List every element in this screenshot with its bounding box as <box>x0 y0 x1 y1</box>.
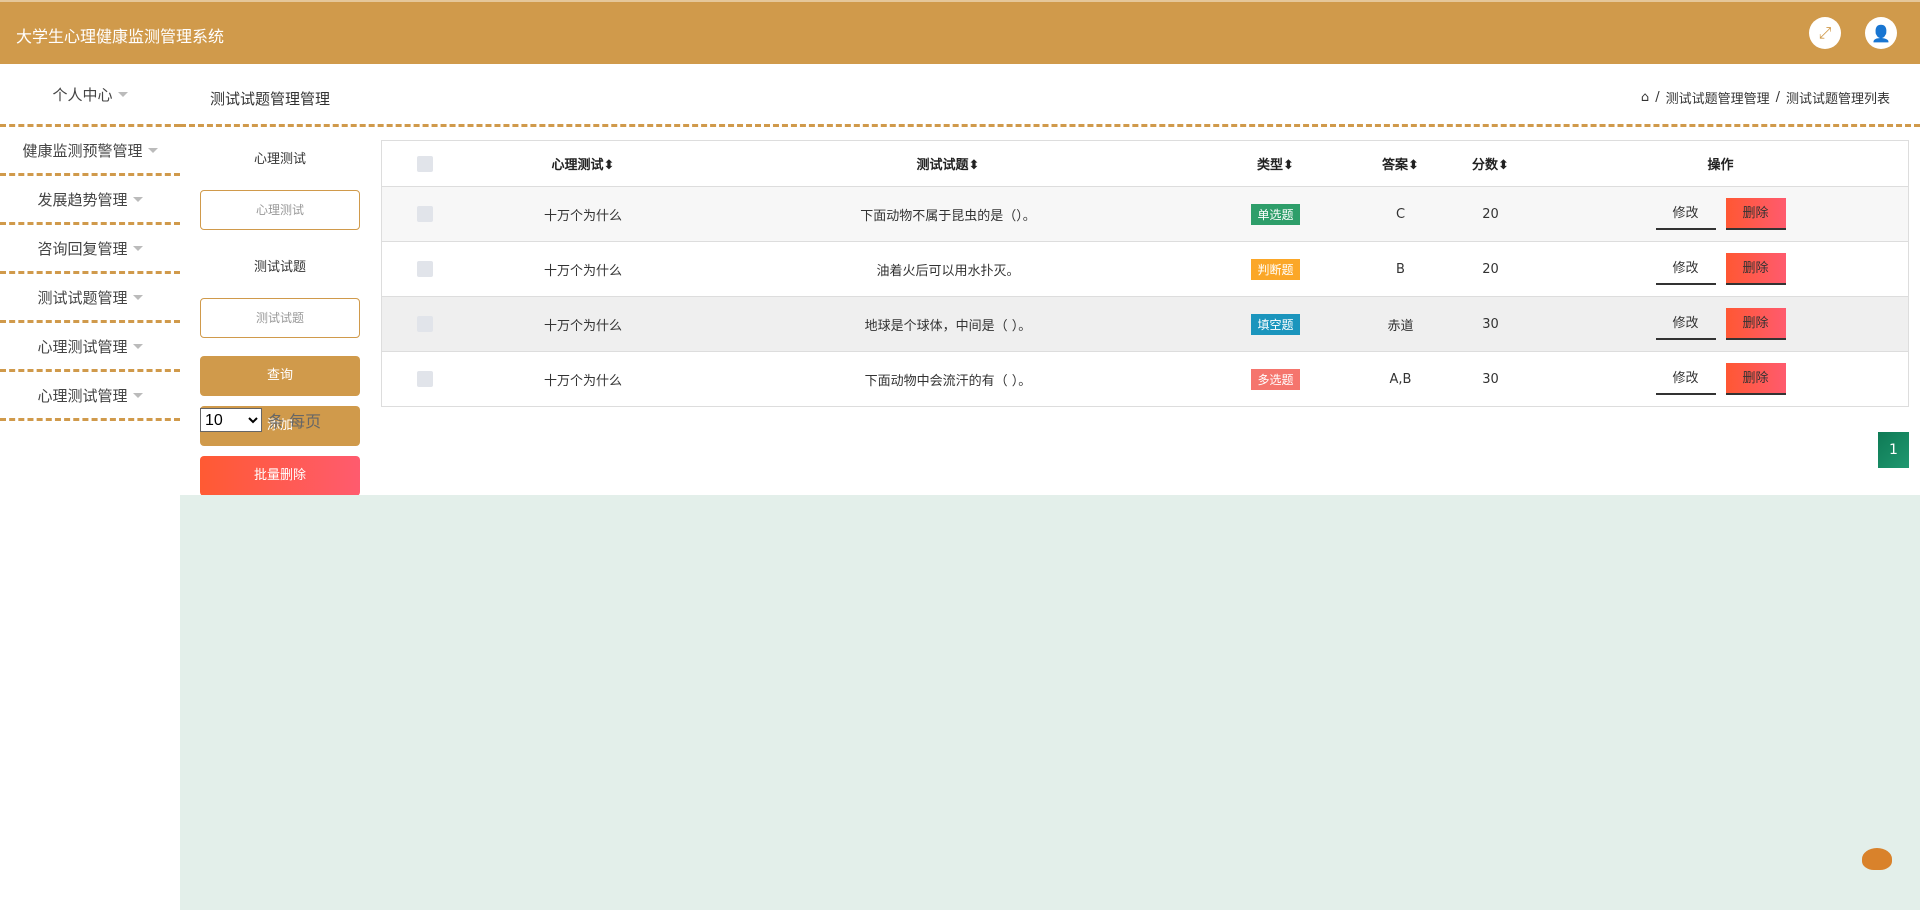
column-header[interactable]: 心理测试⬍ <box>468 154 698 173</box>
sort-icon[interactable]: ⬍ <box>1408 158 1419 173</box>
type-badge: 单选题 <box>1251 203 1300 225</box>
row-checkbox[interactable] <box>417 371 433 387</box>
delete-button[interactable]: 删除 <box>1725 198 1786 230</box>
cell-score: 20 <box>1482 261 1499 277</box>
edit-button[interactable]: 修改 <box>1655 198 1716 230</box>
caret-down-icon <box>132 392 143 398</box>
sort-icon[interactable]: ⬍ <box>1498 158 1509 173</box>
user-icon[interactable]: 👤 <box>1865 17 1897 49</box>
search-panel: 心理测试 心理测试 测试试题 测试试题 查询 添加 批量删除 <box>200 140 360 506</box>
content-background <box>180 495 1920 910</box>
cell-score: 30 <box>1482 371 1499 387</box>
app-title: 大学生心理健康监测管理系统 <box>16 27 225 46</box>
row-checkbox[interactable] <box>417 261 433 277</box>
sidebar-item[interactable]: 发展趋势管理 <box>0 176 180 225</box>
cell-answer: B <box>1396 261 1405 277</box>
breadcrumb-item[interactable]: 测试试题管理管理 <box>1666 88 1770 107</box>
column-header[interactable]: 测试试题⬍ <box>698 154 1198 173</box>
caret-down-icon <box>132 245 143 251</box>
mascot-icon <box>1862 848 1892 870</box>
caret-down-icon <box>147 147 158 153</box>
page-size-label: 条 每页 <box>268 412 322 431</box>
page-title: 测试试题管理管理 <box>210 90 331 108</box>
sidebar-item[interactable]: 测试试题管理 <box>0 274 180 323</box>
sidebar-item[interactable]: 心理测试管理 <box>0 372 180 421</box>
sidebar: 个人中心健康监测预警管理 发展趋势管理 咨询回复管理 测试试题管理 心理测试管理 心理测试… <box>0 64 180 421</box>
search-input-test[interactable]: 心理测试 <box>200 190 360 230</box>
cell-answer: A,B <box>1389 371 1412 387</box>
sidebar-item-label: 健康监测预警管理 <box>22 141 143 160</box>
cell-question: 下面动物不属于昆虫的是（）。 <box>860 208 1036 224</box>
caret-down-icon <box>132 343 143 349</box>
cell-answer: C <box>1395 206 1406 222</box>
sidebar-item[interactable]: 健康监测预警管理 <box>0 127 180 176</box>
query-button[interactable]: 查询 <box>200 356 360 396</box>
cell-question: 地球是个球体，中间是（ ）。 <box>864 318 1032 334</box>
sidebar-item-label: 心理测试管理 <box>37 386 128 405</box>
column-header[interactable]: 类型⬍ <box>1198 154 1353 173</box>
column-header: 操作 <box>1707 158 1734 173</box>
type-badge: 填空题 <box>1251 313 1300 335</box>
sidebar-item-label: 个人中心 <box>52 85 113 104</box>
table-row: 十万个为什么 地球是个球体，中间是（ ）。 填空题 赤道 30 修改 删除 <box>382 296 1908 351</box>
fullscreen-icon[interactable]: ⤢ <box>1809 17 1841 49</box>
edit-button[interactable]: 修改 <box>1655 253 1716 285</box>
breadcrumb-item: 测试试题管理列表 <box>1785 92 1890 107</box>
caret-down-icon <box>132 294 143 300</box>
sidebar-item-label: 咨询回复管理 <box>37 239 128 258</box>
page-size: 10 条 每页 <box>200 408 321 432</box>
top-bar: 大学生心理健康监测管理系统 ⤢ 👤 <box>0 0 1920 64</box>
delete-button[interactable]: 删除 <box>1725 308 1786 340</box>
delete-button[interactable]: 删除 <box>1725 253 1786 285</box>
cell-test: 十万个为什么 <box>543 208 622 224</box>
cell-score: 20 <box>1482 206 1499 222</box>
batch-delete-button[interactable]: 批量删除 <box>200 456 360 496</box>
sort-icon[interactable]: ⬍ <box>1283 158 1294 173</box>
table-row: 十万个为什么 下面动物中会流汗的有（ ）。 多选题 A,B 30 修改 删除 <box>382 351 1908 406</box>
caret-down-icon <box>117 91 128 97</box>
sort-icon[interactable]: ⬍ <box>604 158 615 173</box>
sidebar-item-label: 测试试题管理 <box>37 288 128 307</box>
column-header[interactable]: 答案⬍ <box>1353 154 1448 173</box>
select-all-checkbox[interactable] <box>417 155 433 172</box>
breadcrumb: ⌂ / 测试试题管理管理 / 测试试题管理列表 <box>1640 88 1890 107</box>
edit-button[interactable]: 修改 <box>1655 363 1716 395</box>
table-row: 十万个为什么 油着火后可以用水扑灭。 判断题 B 20 修改 删除 <box>382 241 1908 296</box>
sidebar-item-label: 心理测试管理 <box>37 337 128 356</box>
table-header: 心理测试⬍ 测试试题⬍ 类型⬍ 答案⬍ 分数⬍ 操作 <box>382 141 1908 186</box>
cell-test: 十万个为什么 <box>543 263 622 279</box>
sidebar-item-label: 发展趋势管理 <box>37 190 128 209</box>
questions-table: 心理测试⬍ 测试试题⬍ 类型⬍ 答案⬍ 分数⬍ 操作 十万个为什么 下面动物不属于昆虫的是… <box>381 140 1909 407</box>
sidebar-item[interactable]: 咨询回复管理 <box>0 225 180 274</box>
edit-button[interactable]: 修改 <box>1655 308 1716 340</box>
search-label-test: 心理测试 <box>253 152 306 167</box>
search-label-question: 测试试题 <box>253 260 306 275</box>
cell-question: 油着火后可以用水扑灭。 <box>876 263 1020 279</box>
sidebar-item[interactable]: 心理测试管理 <box>0 323 180 372</box>
row-checkbox[interactable] <box>417 316 433 332</box>
cell-test: 十万个为什么 <box>543 373 622 389</box>
search-input-question[interactable]: 测试试题 <box>200 298 360 338</box>
cell-question: 下面动物中会流汗的有（ ）。 <box>864 373 1032 389</box>
home-icon[interactable]: ⌂ <box>1641 90 1649 105</box>
page-size-select[interactable]: 10 <box>200 408 262 432</box>
cell-test: 十万个为什么 <box>543 318 622 334</box>
sort-icon[interactable]: ⬍ <box>969 158 980 173</box>
cell-score: 30 <box>1482 316 1499 332</box>
delete-button[interactable]: 删除 <box>1725 363 1786 395</box>
cell-answer: 赤道 <box>1387 318 1414 334</box>
caret-down-icon <box>132 196 143 202</box>
table-row: 十万个为什么 下面动物不属于昆虫的是（）。 单选题 C 20 修改 删除 <box>382 186 1908 241</box>
type-badge: 多选题 <box>1251 368 1300 390</box>
sidebar-item[interactable]: 个人中心 <box>0 64 180 127</box>
breadcrumb-bar: 测试试题管理管理 ⌂ / 测试试题管理管理 / 测试试题管理列表 <box>180 64 1920 127</box>
page-1-button[interactable]: 1 <box>1878 432 1909 468</box>
column-header[interactable]: 分数⬍ <box>1448 154 1533 173</box>
type-badge: 判断题 <box>1251 258 1300 280</box>
row-checkbox[interactable] <box>417 206 433 222</box>
